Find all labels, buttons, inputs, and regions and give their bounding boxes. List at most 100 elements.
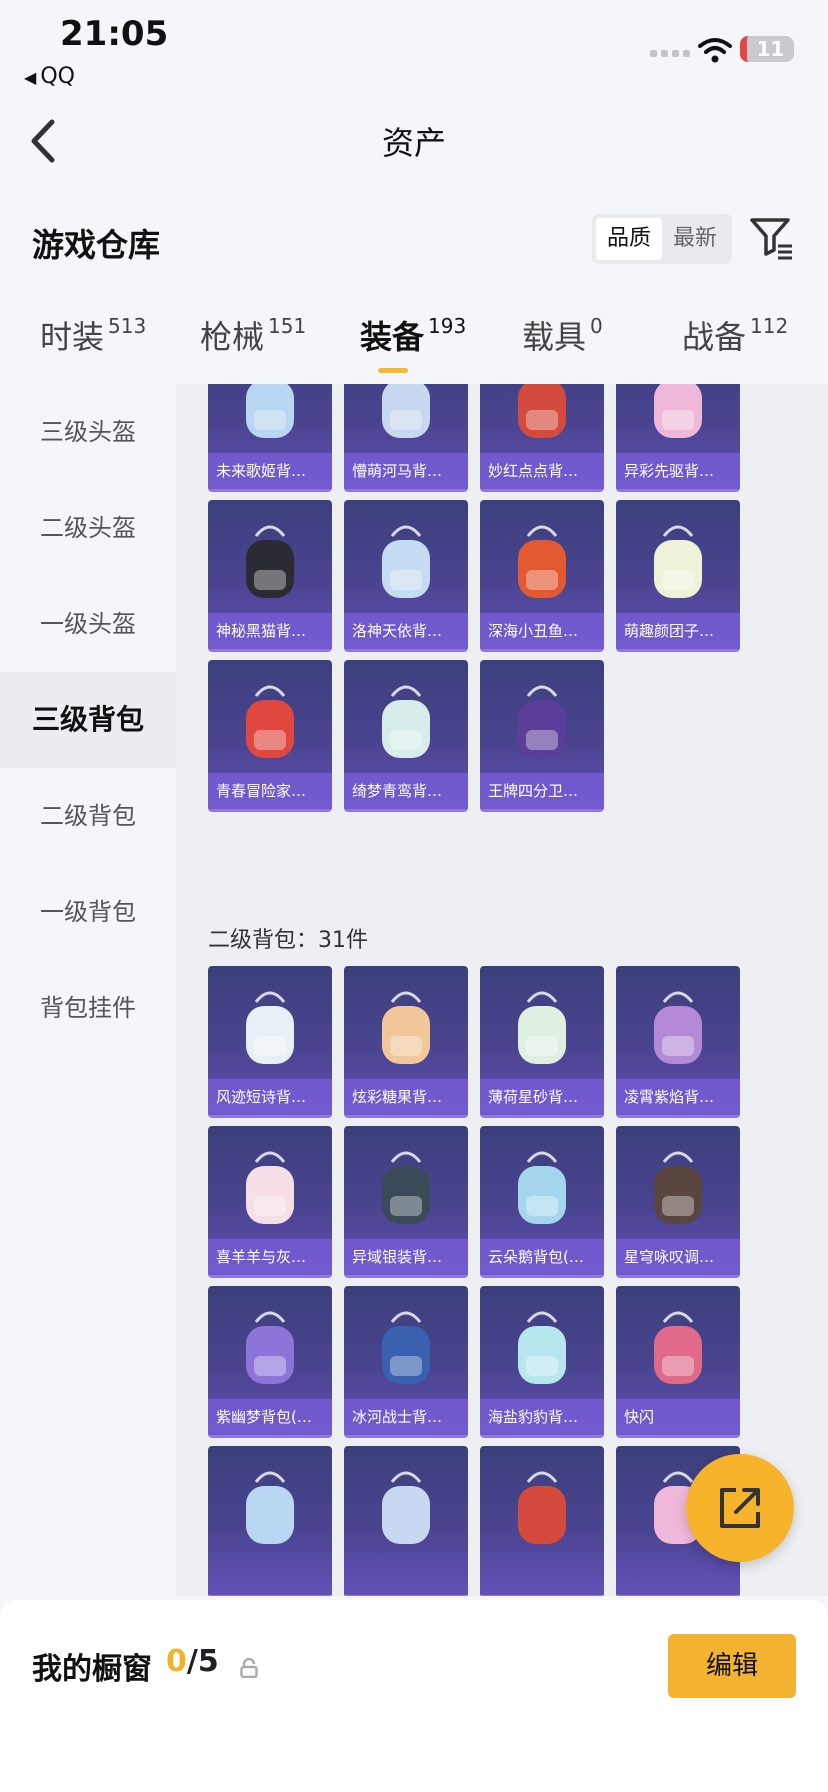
status-bar: 21:05 ◀ QQ 11 <box>0 0 828 96</box>
item-name: 星穹咏叹调… <box>616 1239 740 1275</box>
item-name: 妙红点点背… <box>480 453 604 489</box>
signal-icon <box>650 50 690 57</box>
sidebar-item-helmet-lv1[interactable]: 一级头盔 <box>0 576 176 672</box>
sort-quality-button[interactable]: 品质 <box>596 218 662 260</box>
backpack-icon <box>518 685 566 758</box>
item-card[interactable]: 海盐豹豹背… <box>480 1286 604 1438</box>
item-name: 冰河战士背… <box>344 1399 468 1435</box>
nav-bar: 资产 <box>0 100 828 180</box>
sort-toggle: 品质 最新 <box>592 214 732 264</box>
item-card[interactable]: 青春冒险家… <box>208 660 332 812</box>
showcase-current: 0 <box>166 1644 187 1679</box>
item-name: 海盐豹豹背… <box>480 1399 604 1435</box>
backpack-icon <box>382 685 430 758</box>
item-card[interactable]: 冰河战士背… <box>344 1286 468 1438</box>
sidebar-item-backpack-lv3[interactable]: 三级背包 <box>0 672 176 768</box>
tab-label: 载具 <box>522 318 587 356</box>
backpack-icon <box>246 1151 294 1224</box>
item-name: 薄荷星砂背… <box>480 1079 604 1115</box>
backpack-icon <box>654 1311 702 1384</box>
item-card[interactable]: 炫彩糖果背… <box>344 966 468 1118</box>
item-card[interactable]: 风迹短诗背… <box>208 966 332 1118</box>
active-tab-indicator <box>378 368 408 373</box>
backpack-icon <box>246 1471 294 1544</box>
showcase-label: 我的橱窗 <box>32 1652 152 1687</box>
item-card[interactable]: 萌趣颜团子… <box>616 500 740 652</box>
backpack-icon <box>518 384 566 438</box>
lock-icon <box>240 1658 258 1678</box>
backpack-icon <box>518 1471 566 1544</box>
item-card[interactable]: 神秘黑猫背… <box>208 500 332 652</box>
backpack-icon <box>246 685 294 758</box>
tab-count: 0 <box>590 314 603 338</box>
item-card[interactable]: 凌霄紫焰背… <box>616 966 740 1118</box>
back-to-app-link[interactable]: ◀ QQ <box>24 64 75 89</box>
sidebar-item-backpack-lv2[interactable]: 二级背包 <box>0 768 176 864</box>
item-name: 异域银装背… <box>344 1239 468 1275</box>
item-card[interactable]: 薄荷星砂背… <box>480 966 604 1118</box>
item-card[interactable]: 喜羊羊与灰… <box>208 1126 332 1278</box>
sidebar-item-backpack-charm[interactable]: 背包挂件 <box>0 960 176 1056</box>
item-card[interactable]: 深海小丑鱼… <box>480 500 604 652</box>
item-card[interactable]: 懵萌河马背… <box>344 384 468 492</box>
sidebar-item-helmet-lv2[interactable]: 二级头盔 <box>0 480 176 576</box>
wifi-icon <box>698 38 732 63</box>
tab-firearms[interactable]: 枪械 151 <box>200 312 306 382</box>
backpack-icon <box>518 1311 566 1384</box>
item-name: 深海小丑鱼… <box>480 613 604 649</box>
showcase-bar: 我的橱窗 0/5 编辑 <box>0 1600 828 1792</box>
tab-label: 枪械 <box>200 318 265 356</box>
item-card[interactable]: 异域银装背… <box>344 1126 468 1278</box>
item-card[interactable]: 星穹咏叹调… <box>616 1126 740 1278</box>
tab-fashion[interactable]: 时装 513 <box>40 312 146 382</box>
tab-count: 193 <box>428 314 467 338</box>
section-label-backpack-lv2: 二级背包：31件 <box>208 928 368 953</box>
item-card[interactable]: 未来歌姬背… <box>208 384 332 492</box>
sidebar-item-helmet-lv3[interactable]: 三级头盔 <box>0 384 176 480</box>
tab-supplies[interactable]: 战备 112 <box>682 312 788 382</box>
item-card-partial[interactable] <box>208 1446 332 1596</box>
tab-label: 装备 <box>360 318 425 356</box>
category-tabs: 时装 513 枪械 151 装备 193 载具 0 战备 112 <box>0 312 828 382</box>
item-name: 紫幽梦背包(… <box>208 1399 332 1435</box>
backpack-icon <box>654 1151 702 1224</box>
item-name: 王牌四分卫… <box>480 773 604 809</box>
item-card-partial[interactable] <box>480 1446 604 1596</box>
backpack-icon <box>518 525 566 598</box>
item-name: 凌霄紫焰背… <box>616 1079 740 1115</box>
share-fab-button[interactable] <box>686 1454 794 1562</box>
item-name: 青春冒险家… <box>208 773 332 809</box>
backpack-icon <box>382 991 430 1064</box>
edit-button[interactable]: 编辑 <box>668 1634 796 1698</box>
sidebar-item-backpack-lv1[interactable]: 一级背包 <box>0 864 176 960</box>
item-card[interactable]: 洛神天依背… <box>344 500 468 652</box>
backpack-icon <box>382 1151 430 1224</box>
tab-label: 时装 <box>40 318 105 356</box>
item-name: 风迹短诗背… <box>208 1079 332 1115</box>
share-icon <box>720 1488 760 1528</box>
backpack-icon <box>654 525 702 598</box>
backpack-icon <box>246 1311 294 1384</box>
item-card[interactable]: 异彩先驱背… <box>616 384 740 492</box>
backpack-icon <box>382 1471 430 1544</box>
item-card[interactable]: 妙红点点背… <box>480 384 604 492</box>
item-card[interactable]: 云朵鹅背包(… <box>480 1126 604 1278</box>
backpack-icon <box>654 384 702 438</box>
backpack-icon <box>246 384 294 438</box>
item-card[interactable]: 快闪 <box>616 1286 740 1438</box>
item-card[interactable]: 王牌四分卫… <box>480 660 604 812</box>
item-card-partial[interactable] <box>344 1446 468 1596</box>
item-card[interactable]: 紫幽梦背包(… <box>208 1286 332 1438</box>
item-card[interactable]: 绮梦青鸾背… <box>344 660 468 812</box>
filter-icon[interactable] <box>748 214 796 262</box>
tab-vehicles[interactable]: 载具 0 <box>522 312 603 382</box>
showcase-total: /5 <box>186 1644 219 1679</box>
sort-newest-button[interactable]: 最新 <box>662 218 728 260</box>
item-name: 绮梦青鸾背… <box>344 773 468 809</box>
back-app-label: QQ <box>40 64 75 89</box>
item-name: 未来歌姬背… <box>208 453 332 489</box>
item-name: 云朵鹅背包(… <box>480 1239 604 1275</box>
backpack-icon <box>382 1311 430 1384</box>
warehouse-title: 游戏仓库 <box>32 226 161 264</box>
tab-equipment[interactable]: 装备 193 <box>360 312 466 382</box>
